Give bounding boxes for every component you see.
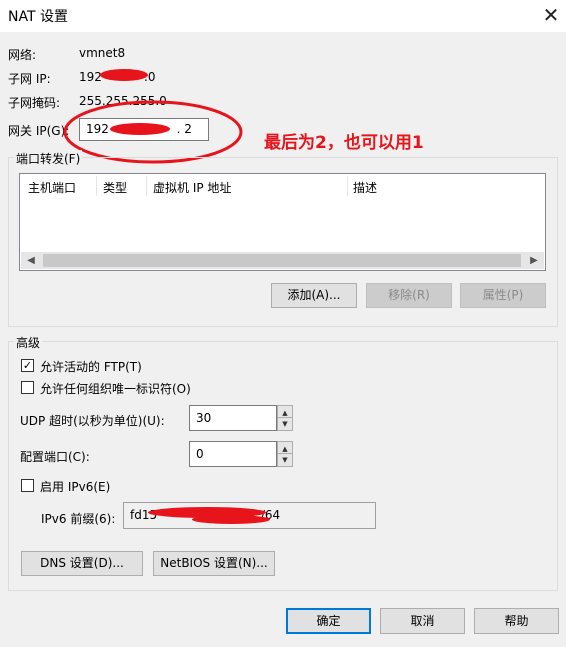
- enable-ipv6-label[interactable]: 启用 IPv6(E): [40, 478, 110, 495]
- column-header-description[interactable]: 描述: [353, 179, 377, 196]
- port-forwarding-label: 端口转发(F): [14, 150, 83, 167]
- network-label: 网络:: [8, 48, 37, 62]
- redaction-scribble: [192, 515, 270, 524]
- udp-timeout-down-icon[interactable]: ▼: [277, 417, 293, 431]
- config-port-label: 配置端口(C):: [20, 450, 90, 464]
- annotation-text: 最后为2，也可以用1: [264, 133, 424, 153]
- allow-any-oui-label[interactable]: 允许任何组织唯一标识符(O): [40, 380, 191, 397]
- subnet-ip-prefix: 192: [79, 70, 102, 84]
- column-divider: [347, 176, 348, 196]
- allow-any-oui-checkbox[interactable]: [21, 381, 34, 394]
- cancel-button[interactable]: 取消: [380, 608, 465, 634]
- properties-button[interactable]: 属性(P): [460, 283, 546, 308]
- udp-timeout-label: UDP 超时(以秒为单位)(U):: [20, 414, 165, 428]
- allow-active-ftp-checkbox[interactable]: ✓: [21, 359, 34, 372]
- remove-button[interactable]: 移除(R): [366, 283, 452, 308]
- redaction-scribble: [100, 69, 148, 81]
- horizontal-scrollbar[interactable]: ◀ ▶: [21, 252, 544, 269]
- ipv6-prefix-label: IPv6 前缀(6):: [41, 512, 116, 526]
- title-bar: [0, 0, 577, 32]
- enable-ipv6-checkbox[interactable]: [21, 479, 34, 492]
- scrollbar-thumb[interactable]: [43, 254, 521, 267]
- subnet-mask-label: 子网掩码:: [8, 96, 61, 110]
- add-button[interactable]: 添加(A)...: [271, 283, 357, 308]
- column-divider: [146, 176, 147, 196]
- network-value: vmnet8: [79, 46, 126, 60]
- subnet-ip-suffix: .0: [144, 70, 156, 84]
- close-icon[interactable]: ✕: [538, 2, 564, 28]
- help-button[interactable]: 帮助: [474, 608, 559, 634]
- ok-button[interactable]: 确定: [286, 608, 371, 634]
- column-header-type[interactable]: 类型: [103, 179, 127, 196]
- scroll-left-icon[interactable]: ◀: [24, 252, 38, 269]
- column-divider: [96, 176, 97, 196]
- allow-active-ftp-label[interactable]: 允许活动的 FTP(T): [40, 358, 142, 375]
- scroll-right-icon[interactable]: ▶: [527, 252, 541, 269]
- column-header-vm-ip[interactable]: 虚拟机 IP 地址: [153, 179, 231, 196]
- advanced-label: 高级: [14, 334, 43, 351]
- config-port-input[interactable]: 0: [189, 441, 277, 467]
- subnet-ip-label: 子网 IP:: [8, 72, 51, 86]
- column-header-host-port[interactable]: 主机端口: [28, 179, 76, 196]
- dns-settings-button[interactable]: DNS 设置(D)...: [21, 551, 143, 576]
- background-window-strip: [566, 32, 577, 647]
- window-title: NAT 设置: [8, 9, 68, 25]
- config-port-down-icon[interactable]: ▼: [277, 453, 293, 467]
- udp-timeout-input[interactable]: 30: [189, 405, 277, 431]
- netbios-settings-button[interactable]: NetBIOS 设置(N)...: [153, 551, 275, 576]
- port-forwarding-list[interactable]: 主机端口 类型 虚拟机 IP 地址 描述 ◀ ▶: [19, 173, 546, 271]
